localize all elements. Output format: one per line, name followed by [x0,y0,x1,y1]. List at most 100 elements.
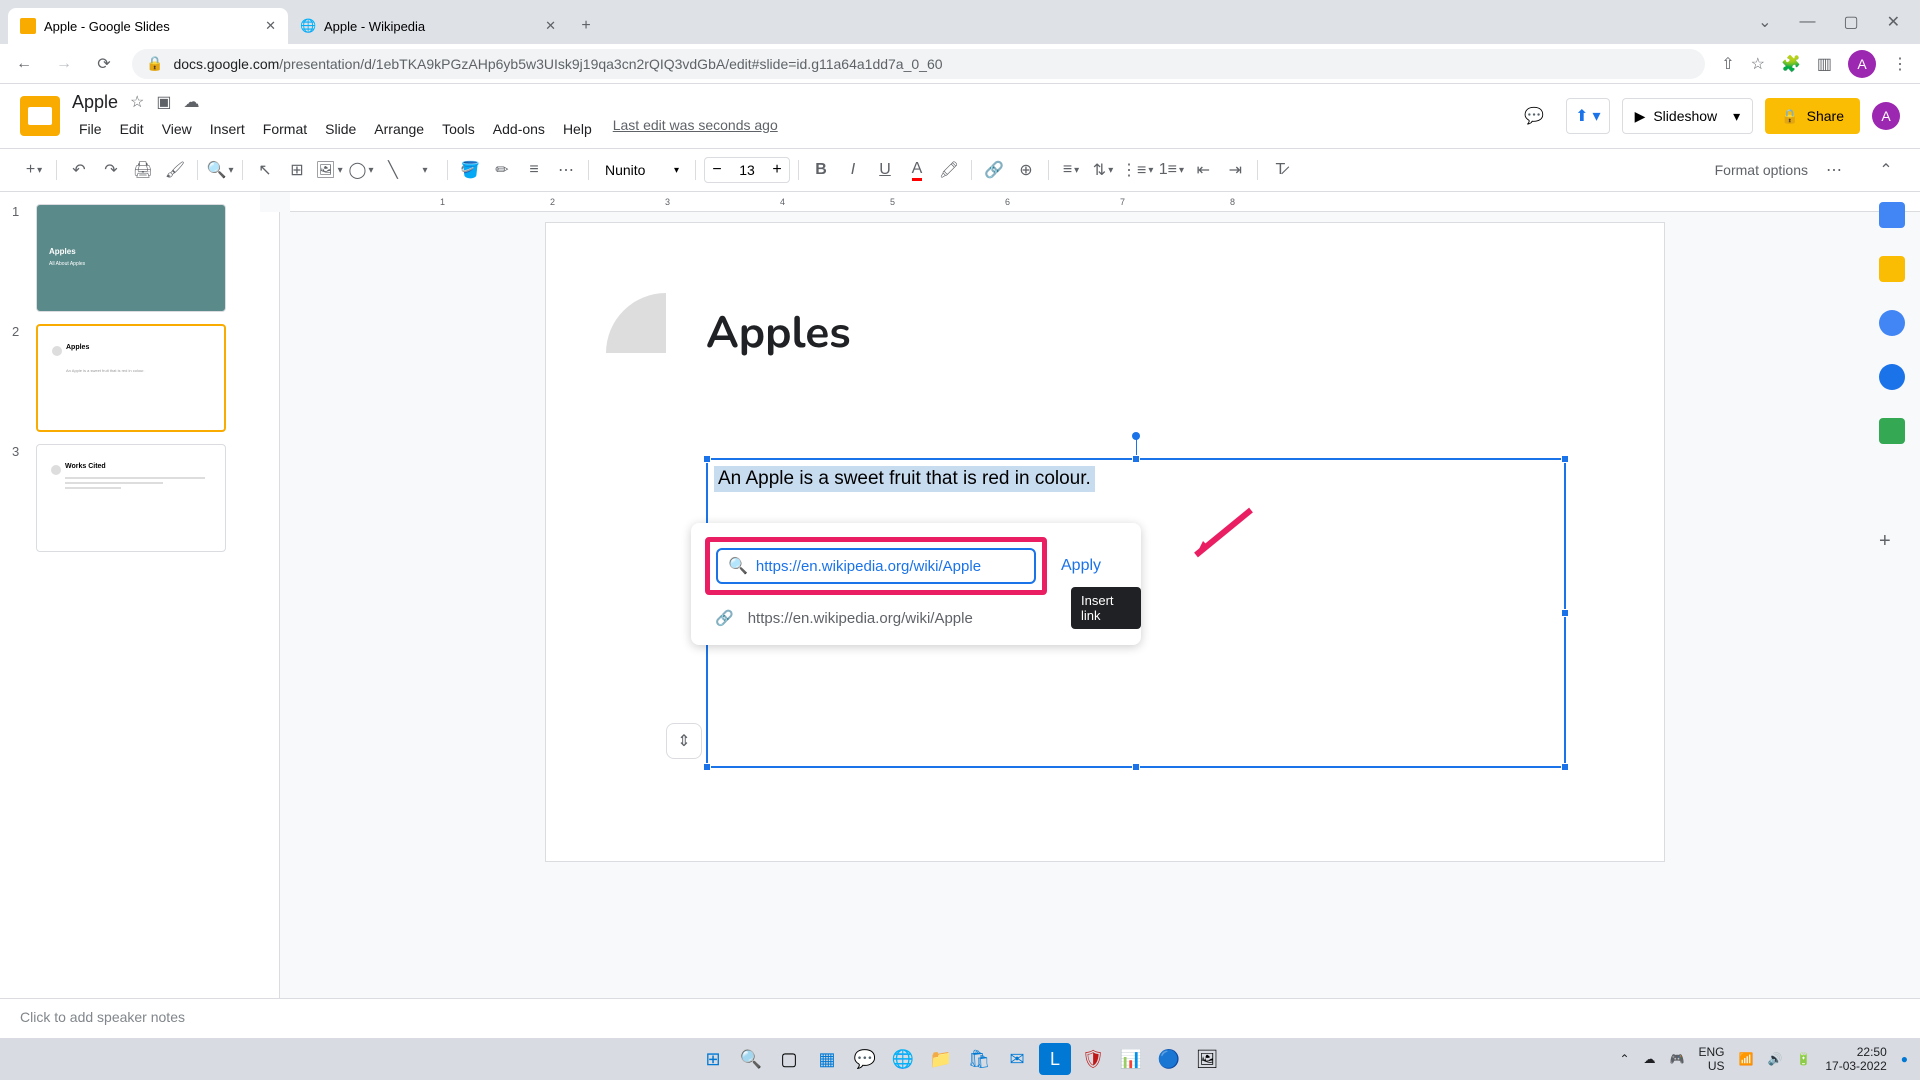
image-tool[interactable]: 🖼▾ [315,156,343,184]
mcafee-icon[interactable]: 🛡 [1077,1043,1109,1075]
increase-indent-button[interactable]: ⇥ [1221,156,1249,184]
fill-color-button[interactable]: 🪣 [456,156,484,184]
menu-view[interactable]: View [155,117,199,141]
line-tool[interactable]: ╲ [379,156,407,184]
decrease-indent-button[interactable]: ⇤ [1189,156,1217,184]
menu-format[interactable]: Format [256,117,314,141]
increase-font-button[interactable]: + [765,158,789,182]
contacts-app-icon[interactable] [1879,364,1905,390]
close-icon[interactable]: ✕ [545,18,556,34]
start-button[interactable]: ⊞ [697,1043,729,1075]
calendar-app-icon[interactable] [1879,202,1905,228]
bullet-list-button[interactable]: ⋮≡▾ [1121,156,1153,184]
redo-button[interactable]: ↷ [97,156,125,184]
extensions-icon[interactable]: 🧩 [1781,54,1801,74]
new-slide-button[interactable]: +▾ [20,156,48,184]
insert-link-button[interactable]: 🔗 [980,156,1008,184]
underline-button[interactable]: U [871,156,899,184]
speaker-notes[interactable]: Click to add speaker notes [0,998,1920,1038]
menu-slide[interactable]: Slide [318,117,363,141]
resize-handle[interactable] [1132,455,1140,463]
insert-comment-button[interactable]: ⊕ [1012,156,1040,184]
language-indicator[interactable]: ENG US [1698,1045,1724,1074]
account-avatar[interactable]: A [1872,102,1900,130]
explorer-icon[interactable]: 📁 [925,1043,957,1075]
bookmark-icon[interactable]: ☆ [1751,54,1765,74]
reload-button[interactable]: ⟳ [92,52,116,76]
line-spacing-button[interactable]: ⇅▾ [1089,156,1117,184]
battery-icon[interactable]: 🔋 [1796,1052,1811,1066]
font-size-input[interactable]: 13 [729,162,765,178]
zoom-button[interactable]: 🔍▾ [206,156,234,184]
decrease-font-button[interactable]: − [705,158,729,182]
tray-chevron-icon[interactable]: ⌃ [1619,1052,1629,1066]
keep-app-icon[interactable] [1879,256,1905,282]
move-icon[interactable]: ▣ [156,92,171,112]
wifi-icon[interactable]: 📶 [1739,1052,1754,1066]
back-button[interactable]: ← [12,52,36,76]
resize-handle[interactable] [1561,455,1569,463]
font-select[interactable]: Nunito ▾ [597,156,687,184]
minimize-icon[interactable]: — [1799,13,1815,31]
text-color-button[interactable]: A [903,156,931,184]
clear-format-button[interactable]: T̷ [1266,156,1294,184]
maximize-icon[interactable]: ▢ [1843,12,1858,32]
share-page-icon[interactable]: ⇧ [1721,54,1734,74]
widgets-icon[interactable]: ▦ [811,1043,843,1075]
menu-icon[interactable]: ⋮ [1892,54,1908,74]
slide-title[interactable]: Apples [706,303,851,363]
tray-app-icon[interactable]: 🎮 [1670,1052,1685,1066]
slides-logo[interactable] [20,96,60,136]
border-weight-button[interactable]: ≡ [520,156,548,184]
chrome-icon[interactable]: 🔵 [1153,1043,1185,1075]
rotate-handle[interactable] [1132,432,1140,440]
link-url-input[interactable] [756,558,1024,575]
cloud-icon[interactable]: ☁ [184,92,200,112]
slide-thumbnail-1[interactable]: Apples All About Apples [36,204,226,312]
border-color-button[interactable]: ✏ [488,156,516,184]
slide-thumbnail-3[interactable]: Works Cited [36,444,226,552]
close-icon[interactable]: ✕ [265,18,276,34]
office-icon[interactable]: 📊 [1115,1043,1147,1075]
task-view-icon[interactable]: ▢ [773,1043,805,1075]
menu-arrange[interactable]: Arrange [367,117,431,141]
border-dash-button[interactable]: ⋯ [552,156,580,184]
more-button[interactable]: ⋯ [1820,156,1848,184]
menu-edit[interactable]: Edit [113,117,151,141]
forward-button[interactable]: → [52,52,76,76]
browser-tab-active[interactable]: Apple - Google Slides ✕ [8,8,288,44]
format-options-button[interactable]: Format options [1707,162,1816,178]
menu-file[interactable]: File [72,117,109,141]
store-icon[interactable]: 🛍 [963,1043,995,1075]
slideshow-button[interactable]: ▶ Slideshow ▾ [1622,98,1754,134]
resize-handle[interactable] [703,455,711,463]
resize-handle[interactable] [703,763,711,771]
browser-tab[interactable]: 🌐 Apple - Wikipedia ✕ [288,8,568,44]
numbered-list-button[interactable]: 1≡▾ [1157,156,1185,184]
slide-canvas[interactable]: Apples An Apple is a sweet fruit that is… [545,222,1665,862]
slide-thumbnail-2[interactable]: Apples An Apple is a sweet fruit that is… [36,324,226,432]
line-dropdown[interactable]: ▾ [411,156,439,184]
maps-app-icon[interactable] [1879,418,1905,444]
add-app-icon[interactable]: + [1879,530,1905,556]
comments-icon[interactable]: 💬 [1514,96,1554,136]
volume-icon[interactable]: 🔊 [1767,1052,1782,1066]
app-icon[interactable]: L [1039,1043,1071,1075]
notifications-icon[interactable]: ● [1901,1052,1908,1066]
clock[interactable]: 22:50 17-03-2022 [1825,1045,1886,1074]
onedrive-icon[interactable]: ☁ [1644,1052,1656,1066]
menu-insert[interactable]: Insert [203,117,252,141]
resize-handle[interactable] [1561,763,1569,771]
edge-icon[interactable]: 🌐 [887,1043,919,1075]
autofit-button[interactable]: ⇕ [666,723,702,759]
highlight-button[interactable]: 🖍 [935,156,963,184]
search-icon[interactable]: 🔍 [735,1043,767,1075]
mail-icon[interactable]: ✉ [1001,1043,1033,1075]
undo-button[interactable]: ↶ [65,156,93,184]
italic-button[interactable]: I [839,156,867,184]
chat-icon[interactable]: 💬 [849,1043,881,1075]
collapse-toolbar-button[interactable]: ⌃ [1872,156,1900,184]
paint-format-button[interactable]: 🖌 [161,156,189,184]
document-title[interactable]: Apple [72,92,118,113]
last-edit-link[interactable]: Last edit was seconds ago [613,117,778,141]
